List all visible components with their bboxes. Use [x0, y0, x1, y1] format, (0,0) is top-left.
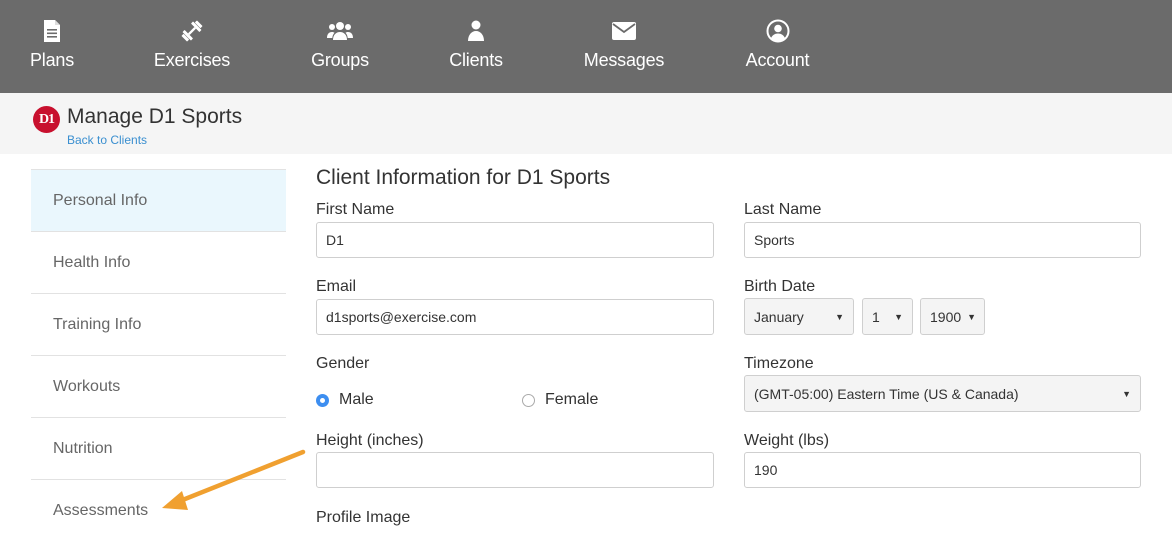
- weight-field[interactable]: 190: [744, 452, 1141, 488]
- sidebar: Personal Info Health Info Training Info …: [31, 169, 286, 537]
- profile-image-label: Profile Image: [316, 509, 411, 526]
- nav-clients[interactable]: Clients: [446, 0, 506, 93]
- gender-female-radio[interactable]: Female: [522, 391, 598, 409]
- last-name-field[interactable]: Sports: [744, 222, 1141, 258]
- sidebar-item-label: Personal Info: [53, 191, 148, 209]
- nav-account[interactable]: Account: [740, 0, 815, 93]
- nav-messages[interactable]: Messages: [580, 0, 668, 93]
- sidebar-item-training-info[interactable]: Training Info: [31, 293, 286, 355]
- nav-label: Clients: [449, 50, 503, 70]
- height-label: Height (inches): [316, 432, 424, 449]
- radio-selected-icon: [316, 393, 329, 407]
- nav-plans[interactable]: Plans: [22, 0, 82, 93]
- radio-unselected-icon: [522, 393, 535, 407]
- first-name-field[interactable]: D1: [316, 222, 714, 258]
- sidebar-item-personal-info[interactable]: Personal Info: [31, 169, 286, 231]
- birth-day-select[interactable]: 1 ▼: [862, 298, 913, 335]
- birth-month-select[interactable]: January ▼: [744, 298, 854, 335]
- nav-label: Exercises: [153, 50, 231, 70]
- sidebar-item-label: Workouts: [53, 377, 121, 395]
- users-icon: [327, 18, 353, 44]
- sidebar-item-health-info[interactable]: Health Info: [31, 231, 286, 293]
- nav-exercises[interactable]: Exercises: [152, 0, 232, 93]
- sidebar-item-label: Assessments: [53, 501, 149, 519]
- sidebar-item-workouts[interactable]: Workouts: [31, 355, 286, 417]
- section-title: Client Information for D1 Sports: [316, 166, 611, 189]
- gender-label: Gender: [316, 355, 370, 372]
- last-name-label: Last Name: [744, 201, 822, 218]
- envelope-icon: [611, 18, 637, 44]
- birth-year-select[interactable]: 1900 ▼: [920, 298, 985, 335]
- account-circle-icon: [765, 18, 791, 44]
- nav-label: Groups: [311, 50, 369, 70]
- sidebar-item-label: Health Info: [53, 253, 131, 271]
- top-navigation: Plans Exercises Groups Clients Messages …: [0, 0, 1172, 93]
- sidebar-item-label: Nutrition: [53, 439, 113, 457]
- page-header: D1 Manage D1 Sports Back to Clients: [0, 93, 1172, 154]
- caret-down-icon: ▼: [835, 311, 844, 322]
- birth-year-value: 1900: [930, 308, 962, 325]
- first-name-label: First Name: [316, 201, 395, 218]
- caret-down-icon: ▼: [1122, 388, 1131, 399]
- document-icon: [39, 18, 65, 44]
- height-field[interactable]: [316, 452, 714, 488]
- caret-down-icon: ▼: [967, 311, 977, 322]
- email-field[interactable]: d1sports@exercise.com: [316, 299, 714, 335]
- sidebar-item-assessments[interactable]: Assessments: [31, 479, 286, 537]
- nav-label: Account: [745, 50, 810, 70]
- nav-groups[interactable]: Groups: [305, 0, 375, 93]
- user-icon: [463, 18, 489, 44]
- d1-logo: D1: [33, 106, 60, 133]
- sidebar-item-label: Training Info: [53, 315, 142, 333]
- nav-label: Messages: [583, 50, 665, 70]
- weight-label: Weight (lbs): [744, 432, 830, 449]
- birth-month-value: January: [754, 308, 804, 325]
- birth-date-label: Birth Date: [744, 278, 816, 295]
- timezone-select[interactable]: (GMT-05:00) Eastern Time (US & Canada) ▼: [744, 375, 1141, 412]
- gender-male-radio[interactable]: Male: [316, 391, 374, 409]
- email-label: Email: [316, 278, 357, 295]
- birth-day-value: 1: [872, 308, 880, 325]
- timezone-label: Timezone: [744, 355, 814, 372]
- radio-label: Female: [545, 391, 599, 408]
- back-to-clients-link[interactable]: Back to Clients: [67, 133, 147, 147]
- timezone-value: (GMT-05:00) Eastern Time (US & Canada): [754, 385, 1019, 402]
- nav-label: Plans: [29, 50, 75, 70]
- caret-down-icon: ▼: [894, 311, 903, 322]
- radio-label: Male: [339, 391, 374, 408]
- page-title: Manage D1 Sports: [67, 105, 243, 128]
- sidebar-item-nutrition[interactable]: Nutrition: [31, 417, 286, 479]
- dumbbell-icon: [179, 18, 205, 44]
